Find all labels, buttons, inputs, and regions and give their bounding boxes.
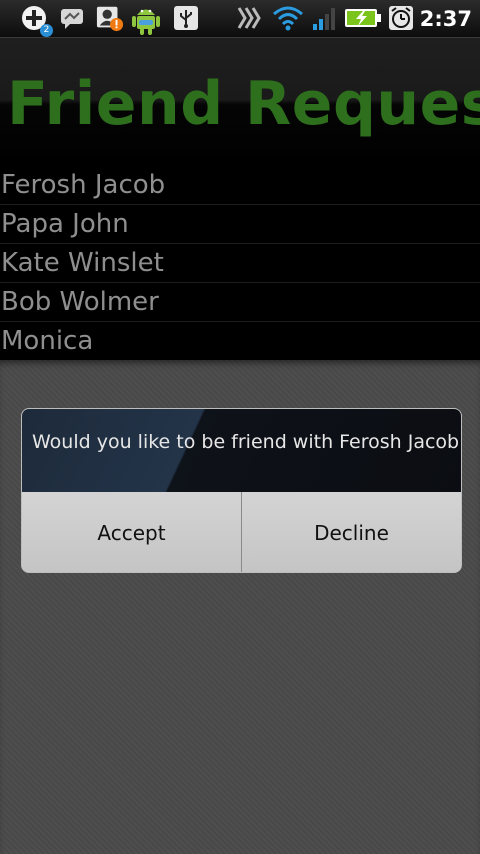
dialog-message-area: Would you like to be friend with Ferosh … xyxy=(22,409,461,493)
list-item[interactable]: Ferosh Jacob xyxy=(0,166,480,205)
status-time: 2:37 xyxy=(419,7,472,31)
screen: 2 2:37 Friend Requests xyxy=(0,0,480,854)
android-icon[interactable] xyxy=(130,2,162,36)
contact-alert-icon[interactable] xyxy=(96,4,124,32)
usb-icon xyxy=(172,4,200,32)
status-bar: 2 2:37 xyxy=(0,0,480,38)
list-item[interactable]: Kate Winslet xyxy=(0,244,480,283)
signal-icon xyxy=(311,4,337,32)
confirm-dialog: Would you like to be friend with Ferosh … xyxy=(21,408,462,573)
network-icon xyxy=(234,4,262,32)
friend-request-list: Ferosh Jacob Papa John Kate Winslet Bob … xyxy=(0,166,480,361)
wifi-icon xyxy=(272,4,304,32)
dialog-message: Would you like to be friend with Ferosh … xyxy=(32,431,460,453)
alarm-icon xyxy=(387,4,415,32)
dialog-buttons: Accept Decline xyxy=(22,492,461,572)
list-item[interactable]: Papa John xyxy=(0,205,480,244)
decline-button[interactable]: Decline xyxy=(241,492,461,572)
list-item[interactable]: Monica xyxy=(0,322,480,361)
list-item[interactable]: Bob Wolmer xyxy=(0,283,480,322)
accept-button[interactable]: Accept xyxy=(22,492,241,572)
battery-charging-icon xyxy=(343,4,383,32)
chat-icon[interactable] xyxy=(58,4,86,32)
notification-count-badge: 2 xyxy=(40,24,53,37)
page-title: Friend Requests xyxy=(7,69,480,139)
